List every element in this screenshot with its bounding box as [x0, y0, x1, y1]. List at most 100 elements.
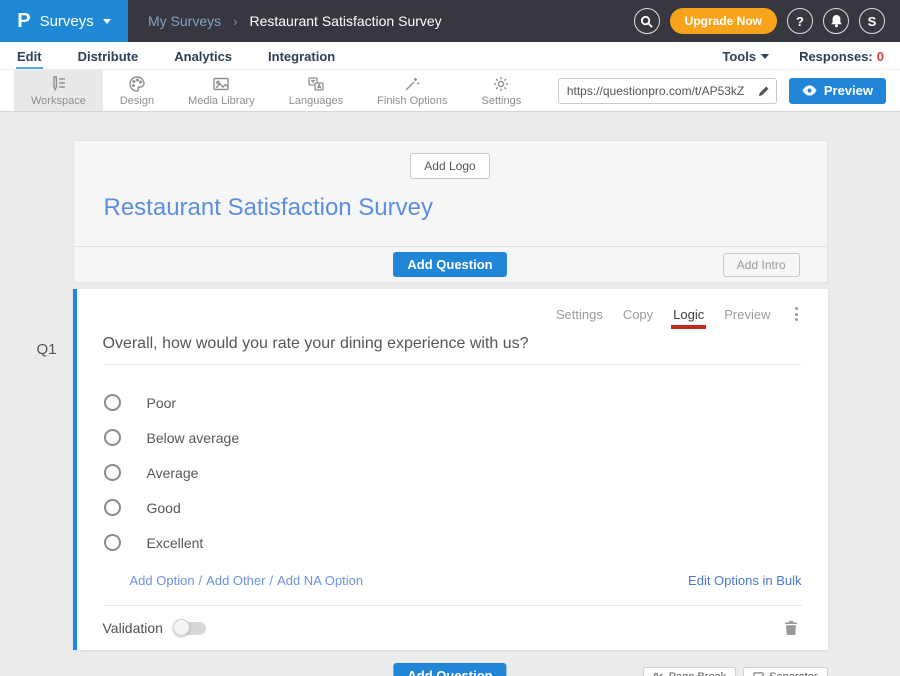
toolbar-item-label: Workspace [31, 95, 86, 107]
toolbar-item-label: Finish Options [377, 95, 447, 107]
page-break-icon [653, 672, 664, 676]
user-avatar[interactable]: S [859, 8, 885, 34]
header-actions-row: Add Question Add Intro [74, 246, 827, 282]
pencil-icon [758, 85, 770, 97]
tab-distribute[interactable]: Distribute [77, 46, 140, 69]
radio-button[interactable] [104, 394, 121, 411]
link-separator: / [269, 573, 273, 588]
question-preview-link[interactable]: Preview [724, 307, 770, 322]
toolbar-item-finish-options[interactable]: Finish Options [360, 70, 464, 111]
search-button[interactable] [634, 8, 660, 34]
toolbar-item-workspace[interactable]: Workspace [14, 70, 103, 111]
separator-checkbox-icon [753, 672, 764, 676]
breadcrumb-current-survey: Restaurant Satisfaction Survey [249, 13, 441, 29]
toolbar-item-design[interactable]: Design [103, 70, 171, 111]
add-logo-button[interactable]: Add Logo [410, 153, 489, 179]
question-settings-link[interactable]: Settings [556, 307, 603, 322]
survey-nav: Edit Distribute Analytics Integration To… [0, 42, 900, 69]
add-question-button-top[interactable]: Add Question [393, 252, 506, 277]
preview-button[interactable]: Preview [789, 78, 886, 104]
edit-options-in-bulk-link[interactable]: Edit Options in Bulk [688, 573, 801, 588]
responses-count: 0 [877, 49, 884, 64]
option-links-row: Add Option/Add Other/Add NA Option Edit … [103, 573, 802, 588]
product-switcher[interactable]: P Surveys [0, 0, 128, 42]
radio-button[interactable] [104, 429, 121, 446]
workspace-icon [49, 74, 68, 93]
option-row: Good [104, 490, 802, 525]
option-label[interactable]: Excellent [147, 535, 204, 551]
option-label[interactable]: Below average [147, 430, 240, 446]
option-label[interactable]: Good [147, 500, 181, 516]
survey-header-card: Add Logo Restaurant Satisfaction Survey … [73, 140, 828, 283]
validation-toggle[interactable] [176, 622, 206, 635]
breadcrumb-my-surveys[interactable]: My Surveys [148, 13, 221, 29]
separator-label: Separator [769, 671, 817, 676]
gear-icon [492, 74, 511, 93]
preview-label: Preview [824, 83, 873, 98]
link-separator: / [199, 573, 203, 588]
radio-button[interactable] [104, 464, 121, 481]
tab-edit[interactable]: Edit [16, 46, 43, 69]
question-card: Q1 Settings Copy Logic Preview Overall, … [73, 289, 828, 650]
question-more-menu[interactable] [791, 305, 802, 323]
option-row: Poor [104, 385, 802, 420]
breadcrumb-separator: › [233, 14, 237, 29]
bell-icon [830, 14, 843, 28]
toolbar-item-label: Languages [289, 95, 343, 107]
option-label[interactable]: Average [147, 465, 199, 481]
notifications-button[interactable] [823, 8, 849, 34]
chevron-down-icon [761, 54, 769, 59]
product-label: Surveys [40, 13, 94, 30]
help-button[interactable]: ? [787, 8, 813, 34]
tools-label: Tools [722, 49, 756, 64]
question-logic-link[interactable]: Logic [673, 307, 704, 322]
question-text[interactable]: Overall, how would you rate your dining … [103, 335, 802, 365]
answer-options: Poor Below average Average Good Excellen… [103, 385, 802, 560]
insert-band: Add Question Page Break Separator [73, 666, 828, 676]
tab-analytics[interactable]: Analytics [173, 46, 233, 69]
palette-icon [127, 74, 146, 93]
edit-url-button[interactable] [752, 79, 776, 103]
image-icon [212, 74, 231, 93]
logic-red-annotation [671, 325, 706, 329]
toolbar-item-settings[interactable]: Settings [464, 70, 538, 111]
radio-button[interactable] [104, 499, 121, 516]
upgrade-now-button[interactable]: Upgrade Now [670, 8, 777, 34]
toolbar-item-label: Media Library [188, 95, 255, 107]
page-break-label: Page Break [669, 671, 726, 676]
edit-toolbar: Workspace Design Media Library Languages… [0, 69, 900, 112]
option-label[interactable]: Poor [147, 395, 177, 411]
translate-icon [306, 74, 325, 93]
responses-counter[interactable]: Responses:0 [799, 49, 884, 64]
toolbar-item-label: Settings [481, 95, 521, 107]
question-menu: Settings Copy Logic Preview [103, 305, 802, 323]
add-other-link[interactable]: Add Other [206, 573, 265, 588]
radio-button[interactable] [104, 534, 121, 551]
search-icon [640, 15, 653, 28]
page-break-button[interactable]: Page Break [643, 667, 736, 676]
tab-integration[interactable]: Integration [267, 46, 336, 69]
separator-button[interactable]: Separator [743, 667, 827, 676]
option-row: Below average [104, 420, 802, 455]
toolbar-item-languages[interactable]: Languages [272, 70, 360, 111]
tools-menu[interactable]: Tools [722, 49, 769, 64]
toolbar-item-media-library[interactable]: Media Library [171, 70, 272, 111]
eye-icon [802, 85, 817, 96]
chevron-down-icon [103, 19, 111, 24]
delete-question-button[interactable] [784, 620, 798, 636]
toggle-knob [173, 619, 190, 636]
add-intro-button[interactable]: Add Intro [723, 253, 800, 277]
option-row: Excellent [104, 525, 802, 560]
add-na-option-link[interactable]: Add NA Option [277, 573, 363, 588]
survey-title[interactable]: Restaurant Satisfaction Survey [74, 179, 827, 246]
survey-url-input[interactable] [559, 84, 752, 98]
add-option-link[interactable]: Add Option [130, 573, 195, 588]
question-number: Q1 [37, 341, 57, 358]
trash-icon [784, 620, 798, 636]
toolbar-item-label: Design [120, 95, 154, 107]
validation-label: Validation [103, 620, 163, 636]
ellipsis-icon [795, 307, 798, 310]
question-copy-link[interactable]: Copy [623, 307, 653, 322]
questionpro-logo-icon: P [17, 11, 30, 31]
add-question-button-bottom[interactable]: Add Question [393, 663, 506, 676]
